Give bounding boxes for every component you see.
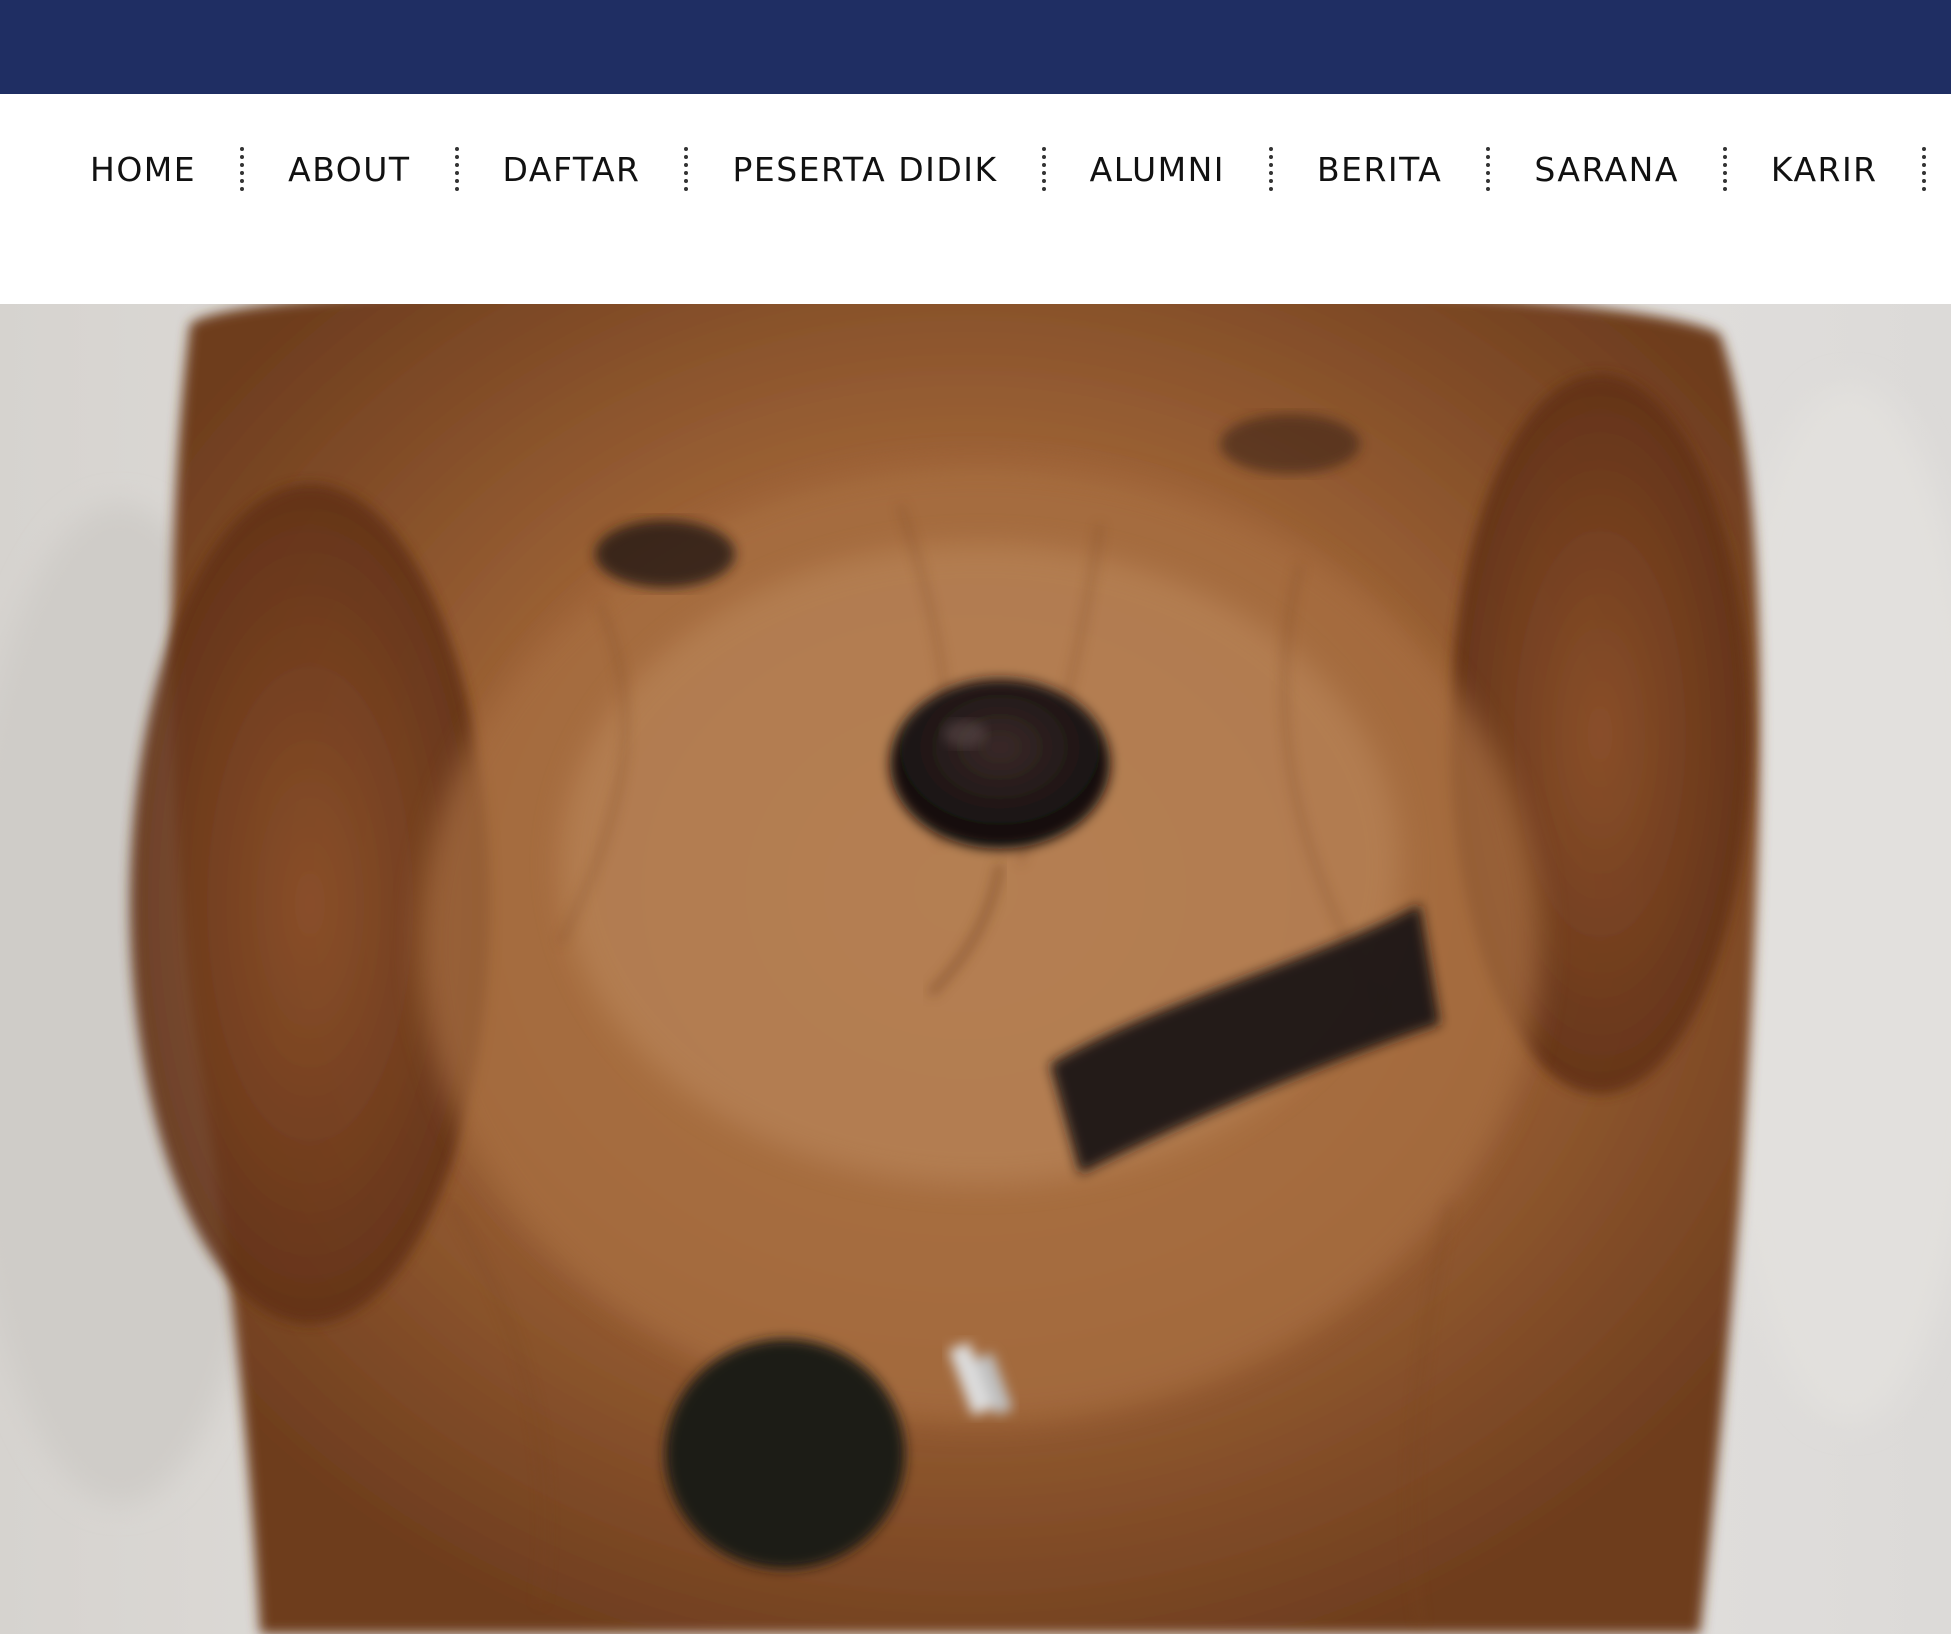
nav-item-karir[interactable]: KARIR [1771,94,1951,244]
nav-separator [1041,147,1046,191]
main-navigation: HOME ABOUT DAFTAR PESERTA DIDIK ALUMNI B… [0,94,1951,244]
puppy-photo [0,304,1951,1634]
nav-item-sarana[interactable]: SARANA [1534,94,1771,244]
nav-link-sarana[interactable]: SARANA [1534,150,1679,189]
nav-item-home[interactable]: HOME [90,94,288,244]
nav-link-alumni[interactable]: ALUMNI [1090,150,1225,189]
nav-item-alumni[interactable]: ALUMNI [1090,94,1317,244]
nav-item-about[interactable]: ABOUT [288,94,502,244]
nav-link-peserta-didik[interactable]: PESERTA DIDIK [732,150,997,189]
nav-separator [240,147,245,191]
nav-separator [454,147,459,191]
nav-link-daftar[interactable]: DAFTAR [503,150,641,189]
nav-item-daftar[interactable]: DAFTAR [503,94,733,244]
spacer [0,244,1951,304]
nav-separator [684,147,689,191]
nav-separator [1921,147,1926,191]
nav-item-peserta-didik[interactable]: PESERTA DIDIK [732,94,1089,244]
nav-link-about[interactable]: ABOUT [288,150,410,189]
nav-separator [1722,147,1727,191]
nav-link-home[interactable]: HOME [90,150,196,189]
nav-link-berita[interactable]: BERITA [1317,150,1442,189]
nav-link-karir[interactable]: KARIR [1771,150,1878,189]
top-header-bar [0,0,1951,94]
hero-image [0,304,1951,1634]
nav-item-berita[interactable]: BERITA [1317,94,1534,244]
nav-separator [1269,147,1273,191]
nav-separator [1486,147,1491,191]
